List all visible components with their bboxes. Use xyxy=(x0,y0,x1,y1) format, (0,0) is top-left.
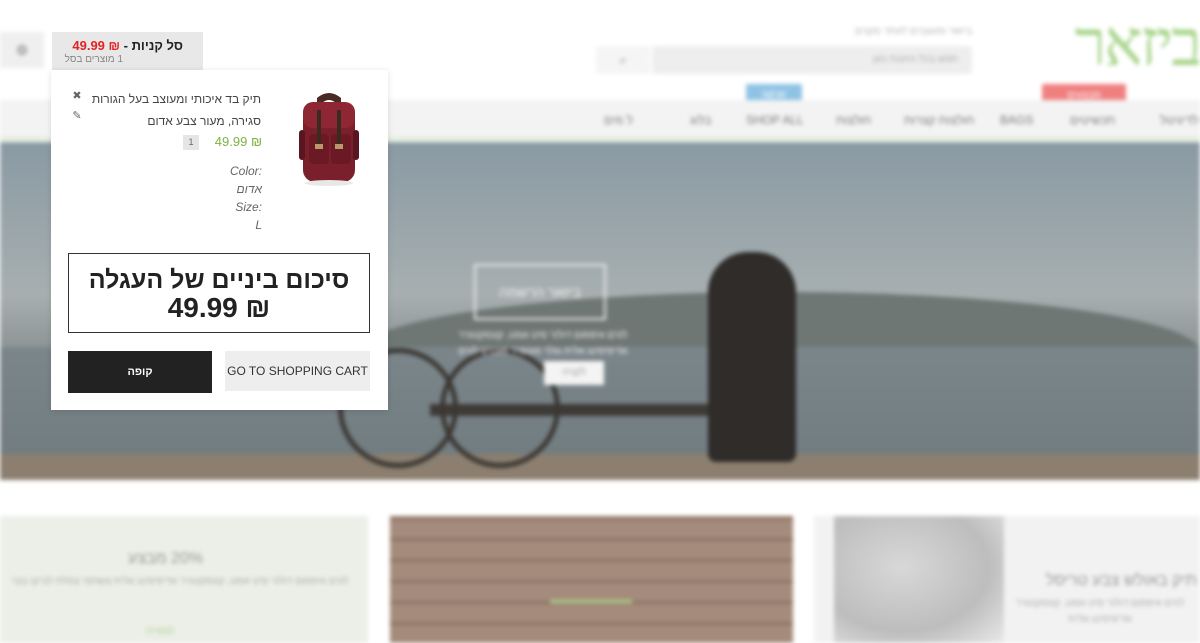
option-size-label: Size: xyxy=(235,200,262,214)
search-placeholder: חפש בכל החנות כאן xyxy=(872,54,958,65)
view-cart-button[interactable]: GO TO SHOPPING CART xyxy=(225,351,370,391)
nav-item[interactable]: בלוג xyxy=(690,113,712,127)
promo-tile-product[interactable]: תיק באולש צבע טריסל לורם איפסום דולור סי… xyxy=(814,516,1200,643)
nav-item[interactable]: חולצות xyxy=(836,113,871,127)
nav-item[interactable]: BAGS xyxy=(1000,113,1033,127)
hero-button[interactable]: לקניה xyxy=(544,361,604,385)
option-color-label: Color: xyxy=(229,164,262,178)
bicycle-wheel xyxy=(440,348,560,468)
hero-ground xyxy=(0,454,1200,480)
promo-tile-sale[interactable]: 20% מבצע לורם איפסום דולור סיט אמט, קונס… xyxy=(0,516,368,643)
search-button[interactable]: ⌕ xyxy=(596,46,650,74)
nav-item[interactable]: תיקים לדיגיטל xyxy=(1160,113,1200,127)
checkout-button[interactable]: קופה xyxy=(68,351,212,393)
product-thumbnail[interactable] xyxy=(289,90,369,190)
subtotal-value: ₪ 49.99 xyxy=(167,292,271,323)
site-logo[interactable]: ביזאר xyxy=(1000,10,1200,78)
search-icon: ⌕ xyxy=(619,52,627,67)
cart-title-label: סל קניות - xyxy=(120,38,183,53)
hero-text: לורם איפסום דולור סיט אמט, קונסקטורר אדי… xyxy=(458,330,628,357)
tile-text: לורם איפסום דולור סיט אמט, קונסקטורר אדי… xyxy=(11,576,349,587)
tile-title: 20% מבצע xyxy=(128,550,204,567)
nav-item[interactable]: תכשיטים xyxy=(1070,113,1115,127)
tile-text: לורם איפסום דולור סיט אמט, קונסקטורר אדי… xyxy=(1015,598,1185,625)
tile-divider xyxy=(550,600,632,603)
remove-item-icon[interactable]: ✖ xyxy=(71,90,83,102)
nav-item[interactable]: ל מים xyxy=(604,113,633,127)
hero-person xyxy=(708,252,796,462)
minicart-dropdown: ✖ ✎ תיק בד איכותי ומעוצב בעל הגורות סגיר… xyxy=(51,70,388,410)
product-price: ₪ 49.99 xyxy=(214,134,262,149)
subtotal-box: סיכום ביניים של העגלה ₪ 49.99 xyxy=(68,253,370,333)
backpack-image xyxy=(299,93,359,186)
model-photo xyxy=(834,516,1004,643)
cart-title: סל קניות - ₪ 49.99 xyxy=(72,38,183,53)
option-size-value: L xyxy=(255,218,262,232)
cart-item-count: 1 מוצרים בסל xyxy=(64,54,123,65)
product-name[interactable]: תיק בד איכותי ומעוצב בעל הגורות סגירה, מ… xyxy=(89,88,261,132)
tile-title: תיק באולש צבע טריסל xyxy=(1046,572,1197,589)
tile-link[interactable]: לצפייה xyxy=(146,626,174,637)
nav-item[interactable]: SHOP ALL xyxy=(746,113,804,127)
gear-icon: ⚙ xyxy=(15,42,29,58)
hero-title-box: ביזאר הרשמה xyxy=(474,264,606,320)
nav-item[interactable]: חולצות קצרות xyxy=(904,113,974,127)
option-color-value: אדום xyxy=(236,182,262,196)
site-tagline: ביזאר ומעצבים לאתר מקנים xyxy=(854,26,972,37)
quantity-field[interactable]: 1 xyxy=(183,135,199,150)
cart-total-price: ₪ 49.99 xyxy=(72,38,121,53)
promo-tile-brick[interactable] xyxy=(390,516,793,643)
cart-toggle-button[interactable]: סל קניות - ₪ 49.99 1 מוצרים בסל xyxy=(52,32,203,70)
search-input[interactable]: חפש בכל החנות כאן xyxy=(652,46,972,74)
subtotal-label: סיכום ביניים של העגלה xyxy=(88,266,350,294)
pencil-icon[interactable]: ✎ xyxy=(71,110,83,122)
settings-button[interactable]: ⚙ xyxy=(0,32,44,68)
